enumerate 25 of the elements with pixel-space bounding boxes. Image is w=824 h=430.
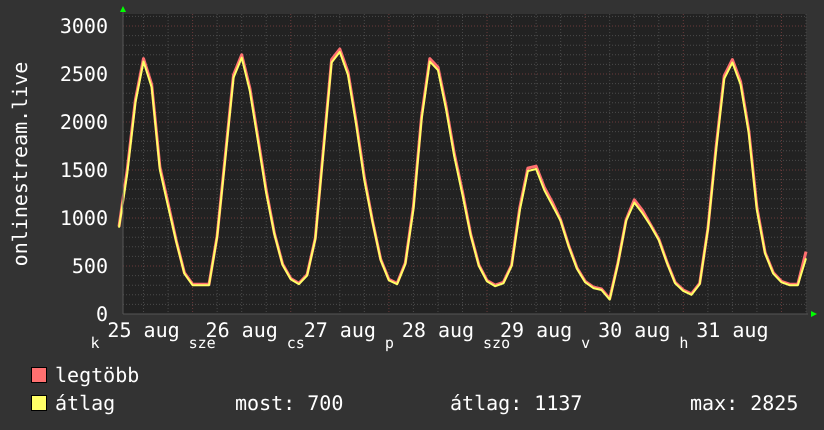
weekday-label: k bbox=[90, 334, 100, 352]
axis-tick-label: 1500 bbox=[60, 158, 108, 182]
legend-label: legtöbb bbox=[55, 363, 140, 387]
axis-tick-label: 1000 bbox=[60, 206, 108, 230]
legend-label: átlag bbox=[55, 391, 116, 415]
axis-tick-label: 25 aug bbox=[107, 318, 180, 342]
axis-tick-label: 2500 bbox=[60, 62, 108, 86]
axis-tick-label: 31 aug bbox=[696, 318, 769, 342]
weekday-label: p bbox=[384, 334, 394, 352]
axis-tick-label: 28 aug bbox=[402, 318, 474, 342]
stat-value: max: 2825 bbox=[690, 391, 798, 415]
axis-tick-label: 3000 bbox=[60, 14, 108, 38]
axis-tick-label: 2000 bbox=[60, 110, 108, 134]
axis-tick-label: 0 bbox=[96, 302, 108, 326]
stat-value: most: 700 bbox=[235, 391, 344, 415]
axis-tick-label: 27 aug bbox=[304, 318, 376, 342]
stat-value: átlag: 1137 bbox=[450, 391, 584, 415]
axis-tick-label: 500 bbox=[72, 254, 108, 278]
axis-title: onlinestream.live bbox=[8, 62, 32, 266]
weekday-label: v bbox=[581, 334, 590, 352]
axis-arrow-icon bbox=[120, 6, 126, 12]
axis-arrow-icon bbox=[811, 311, 817, 317]
axis-tick-label: 30 aug bbox=[598, 318, 670, 342]
weekday-label: cs bbox=[286, 334, 305, 352]
weekday-label: h bbox=[679, 334, 688, 352]
